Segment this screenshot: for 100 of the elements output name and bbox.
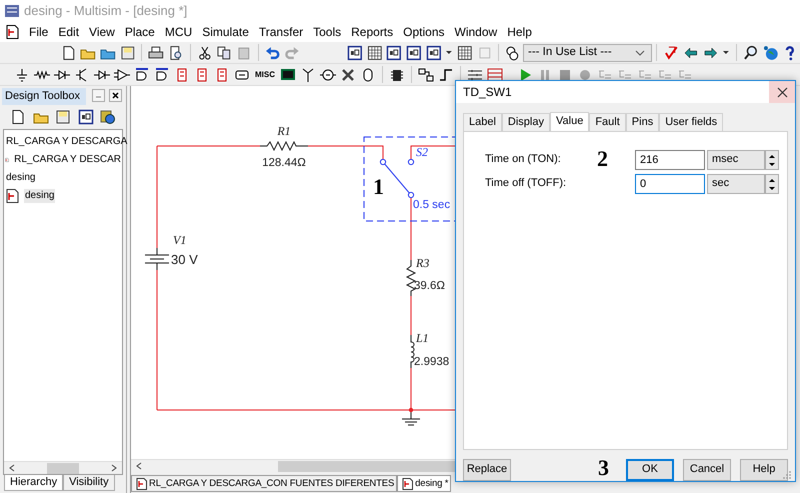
value-field[interactable]: 0 — [635, 174, 705, 194]
monitor-icon[interactable] — [280, 66, 296, 82]
close-button[interactable] — [769, 81, 795, 103]
search-icon[interactable] — [743, 44, 759, 60]
printer-icon[interactable] — [148, 44, 164, 60]
grid-icon[interactable] — [457, 44, 473, 60]
field-label: Time off (TOFF): — [485, 177, 566, 191]
view-icon[interactable] — [406, 44, 422, 60]
junction-dot — [408, 408, 414, 412]
menu-item[interactable]: Window — [450, 24, 502, 40]
component-value: 128.44Ω — [262, 157, 306, 169]
dialog-tab[interactable]: Label — [463, 112, 502, 131]
hierarchical-block-icon[interactable] — [418, 66, 434, 82]
component-value: 2.9938 — [414, 356, 450, 368]
scrollbar[interactable] — [4, 461, 122, 474]
save-icon[interactable] — [120, 44, 136, 60]
menu-item[interactable]: Options — [398, 24, 450, 40]
resize-grip-icon[interactable] — [782, 470, 792, 480]
value-field[interactable]: 216 — [635, 150, 705, 170]
down-arrow-icon[interactable] — [768, 186, 776, 192]
save-icon[interactable] — [55, 109, 71, 125]
step-icon[interactable] — [438, 66, 454, 82]
close-icon[interactable] — [109, 89, 122, 102]
dialog-button[interactable]: Replace — [463, 459, 511, 481]
annotation-number: 3 — [598, 457, 609, 479]
dialog-title: TD_SW1 — [463, 84, 512, 100]
ground-icon[interactable] — [14, 66, 30, 82]
scroll-thumb[interactable] — [278, 460, 458, 472]
dialog-button[interactable]: OK — [626, 459, 674, 481]
dialog-button[interactable]: Cancel — [683, 459, 731, 481]
misc-label[interactable]: MISC — [255, 70, 275, 80]
menu-item[interactable]: MCU — [160, 24, 198, 40]
component-label: L1 — [416, 331, 429, 345]
panel-tab[interactable]: Visibility — [63, 475, 115, 492]
copy-icon[interactable] — [216, 44, 232, 60]
dialog-tab[interactable]: Fault — [589, 112, 626, 131]
logic-gate-icon[interactable] — [134, 66, 150, 82]
menu-item[interactable]: File — [24, 24, 54, 40]
cross-icon[interactable] — [340, 66, 356, 82]
field-label: Time on (TON): — [485, 153, 561, 167]
dialog-tab[interactable]: User fields — [659, 112, 724, 131]
menu-item[interactable]: View — [84, 24, 120, 40]
dialog-tab[interactable]: Display — [502, 112, 550, 131]
component-list-dropdown[interactable]: --- In Use List --- — [522, 44, 652, 62]
clock-icon[interactable] — [100, 109, 116, 125]
scroll-thumb[interactable] — [47, 462, 79, 474]
motor-icon[interactable] — [320, 66, 336, 82]
dialog-tab[interactable]: Pins — [626, 112, 660, 131]
tree-item[interactable]: desing — [24, 189, 56, 203]
document-icon — [402, 477, 414, 490]
component-label: V1 — [173, 233, 186, 247]
tree-item[interactable]: desing — [5, 171, 36, 185]
undo-icon[interactable] — [264, 44, 280, 60]
up-arrow-icon[interactable] — [768, 176, 776, 182]
menu-item[interactable]: Reports — [346, 24, 398, 40]
check-icon[interactable] — [663, 44, 679, 60]
up-arrow-icon[interactable] — [768, 152, 776, 158]
menu-item[interactable]: Place — [120, 24, 160, 40]
grid-icon[interactable] — [366, 44, 382, 60]
globe-icon[interactable] — [762, 44, 778, 60]
menu-item[interactable]: Transfer — [254, 24, 308, 40]
component-value: 0.5 sec — [413, 199, 450, 211]
unit-dropdown[interactable]: sec — [707, 174, 765, 194]
unit-dropdown[interactable]: msec — [707, 150, 765, 170]
document-tab[interactable]: RL_CARGA Y DESCARGA_CON FUENTES DIFERENTES — [131, 475, 398, 492]
close-icon[interactable] — [776, 86, 788, 98]
minimize-icon[interactable] — [92, 89, 105, 102]
resistor-symbol — [260, 140, 308, 152]
new-file-icon[interactable] — [60, 44, 76, 60]
dialog-button[interactable]: Help — [740, 459, 788, 481]
antenna-icon[interactable] — [300, 66, 316, 82]
scissors-icon[interactable] — [196, 44, 212, 60]
menu-item[interactable]: Simulate — [197, 24, 254, 40]
tree-item[interactable]: RL_CARGA Y DESCAR — [13, 153, 122, 167]
print-preview-icon[interactable] — [168, 44, 184, 60]
window-icon[interactable] — [78, 109, 94, 125]
logic-gate-icon[interactable] — [154, 66, 170, 82]
components-icon[interactable] — [505, 44, 521, 60]
document-icon[interactable] — [4, 24, 20, 40]
view-icon[interactable] — [386, 44, 402, 60]
new-file-icon[interactable] — [10, 109, 26, 125]
view-icon[interactable] — [346, 44, 363, 60]
panel-tab[interactable]: Hierarchy — [4, 475, 64, 492]
dialog-tab[interactable]: Value — [550, 112, 590, 131]
view-icon[interactable] — [426, 44, 442, 60]
menu-item[interactable]: Edit — [53, 24, 84, 40]
menu-item[interactable]: Tools — [308, 24, 346, 40]
spinner[interactable] — [765, 150, 779, 170]
menu-item[interactable]: Help — [502, 24, 537, 40]
op-amp-icon[interactable] — [114, 66, 130, 82]
wire — [410, 198, 412, 260]
component-label: R1 — [277, 124, 291, 138]
spinner[interactable] — [765, 174, 779, 194]
ground-symbol — [402, 410, 420, 426]
wire — [410, 296, 412, 336]
document-tab[interactable]: desing * — [397, 475, 452, 492]
down-arrow-icon[interactable] — [768, 162, 776, 168]
tree-item[interactable]: RL_CARGA Y DESCARGA — [5, 135, 128, 149]
switch-outline[interactable] — [364, 136, 455, 222]
scrollbar[interactable] — [131, 459, 458, 472]
